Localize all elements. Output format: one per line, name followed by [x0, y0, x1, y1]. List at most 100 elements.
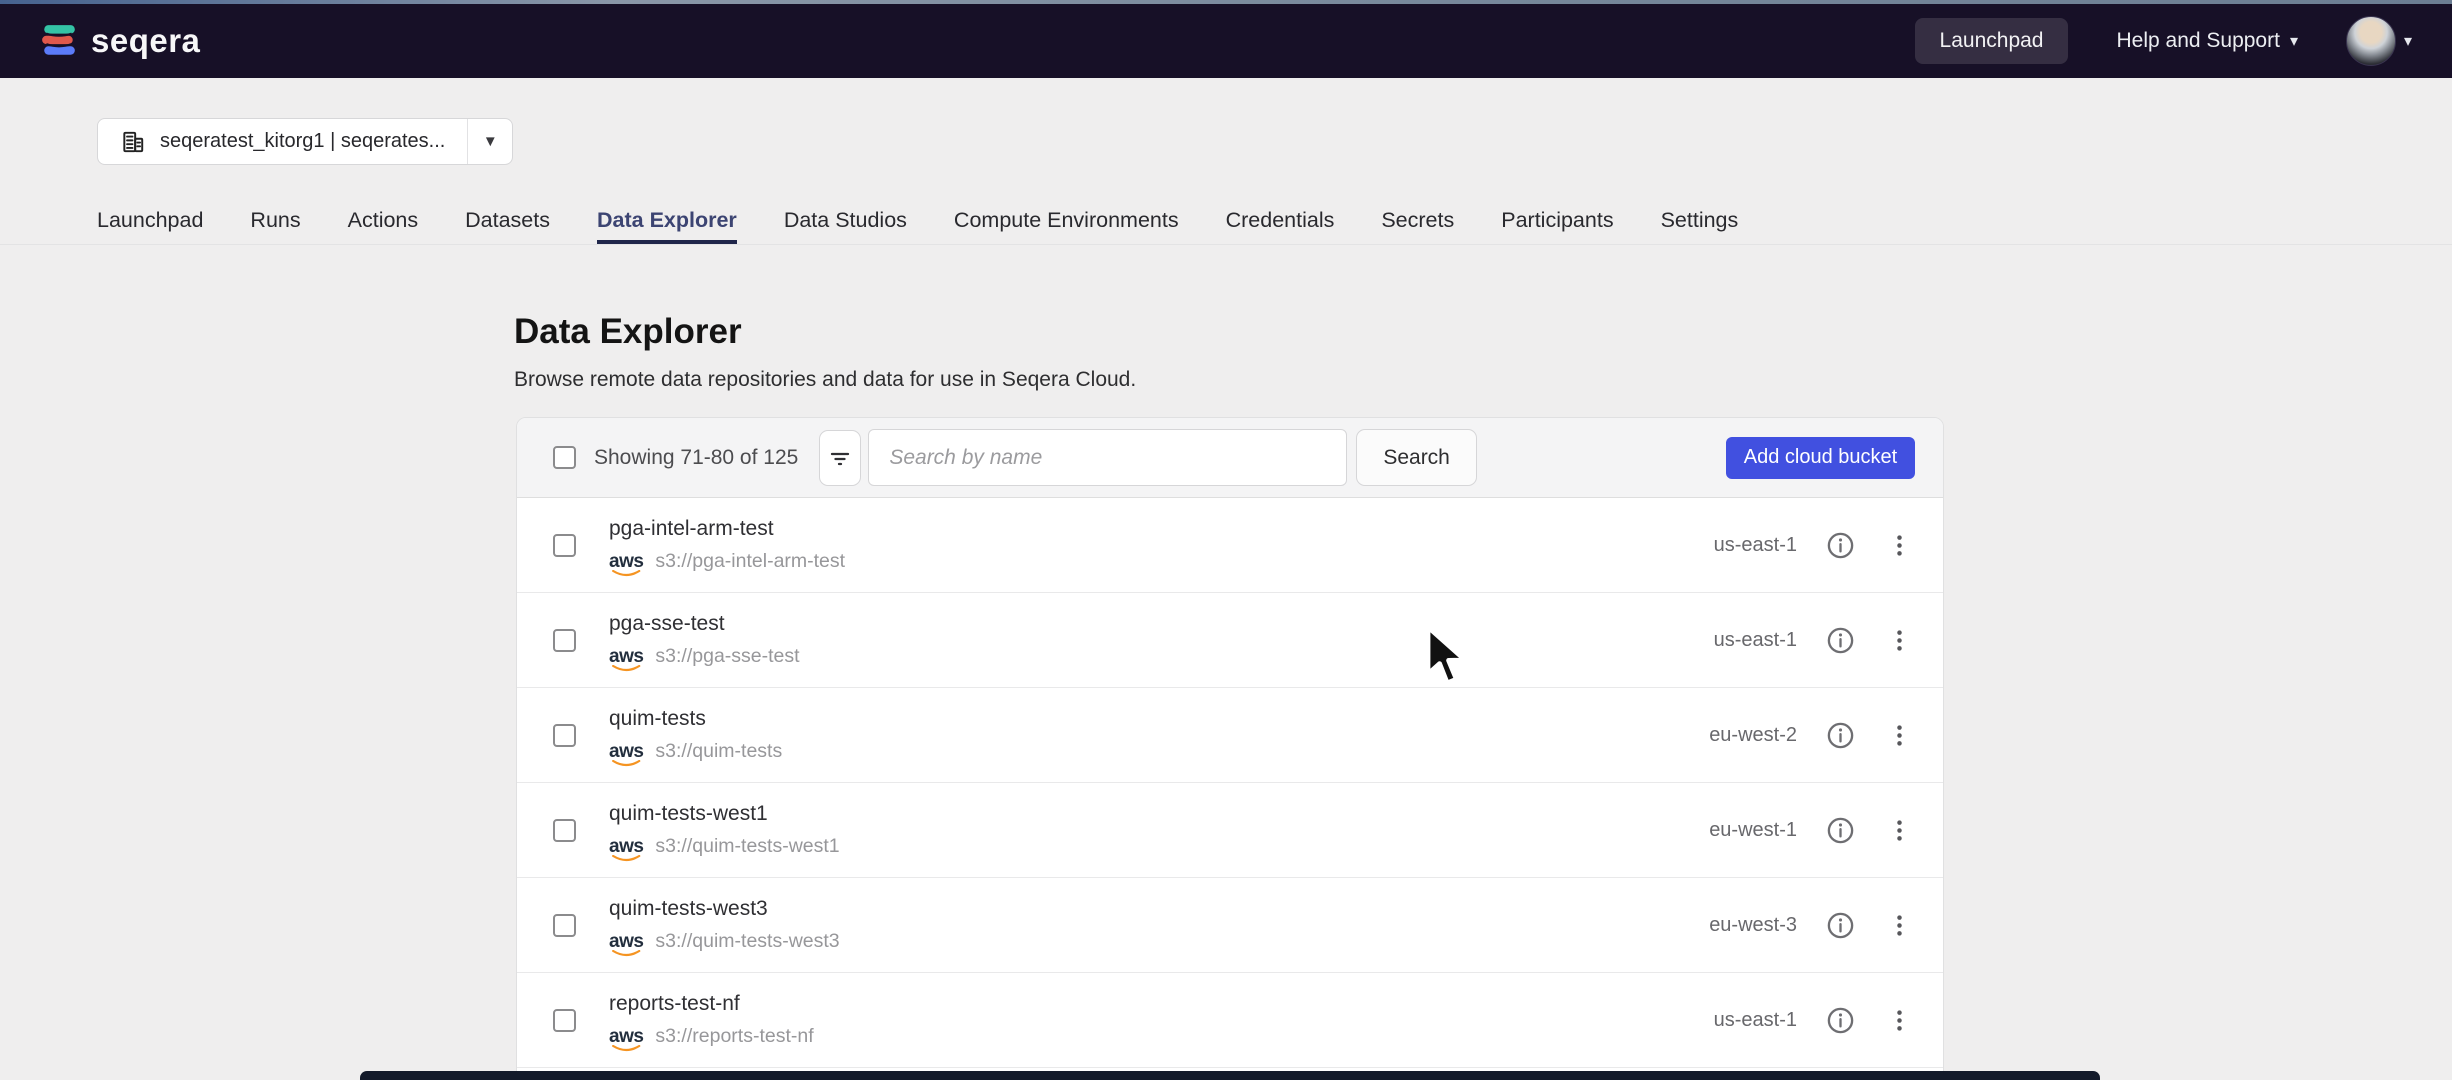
aws-logo: aws — [609, 837, 643, 856]
kebab-menu-icon — [1886, 532, 1913, 559]
row-menu-button[interactable] — [1884, 1005, 1915, 1036]
caret-down-icon: ▼ — [483, 133, 498, 150]
bucket-name[interactable]: pga-intel-arm-test — [609, 517, 845, 541]
bucket-region: us-east-1 — [1677, 629, 1797, 652]
bucket-uri: s3://reports-test-nf — [655, 1025, 813, 1048]
background-window-edge — [360, 1071, 2100, 1080]
tab-runs[interactable]: Runs — [250, 198, 300, 244]
info-button[interactable] — [1823, 623, 1858, 658]
workspace-caret-button[interactable]: ▼ — [467, 119, 512, 164]
filter-button[interactable] — [819, 430, 861, 486]
row-checkbox[interactable] — [553, 1009, 576, 1032]
user-menu[interactable]: ▾ — [2346, 16, 2412, 66]
aws-logo: aws — [609, 932, 643, 951]
info-icon — [1825, 720, 1856, 751]
search-input[interactable] — [868, 429, 1347, 486]
kebab-menu-icon — [1886, 722, 1913, 749]
tab-actions[interactable]: Actions — [348, 198, 419, 244]
showing-count: Showing 71-80 of 125 — [594, 446, 798, 470]
caret-down-icon: ▾ — [2404, 31, 2412, 51]
avatar — [2346, 16, 2396, 66]
aws-logo: aws — [609, 742, 643, 761]
top-navigation-bar: seqera Launchpad Help and Support ▾ ▾ — [0, 4, 2452, 78]
filter-icon — [828, 446, 852, 470]
aws-logo: aws — [609, 647, 643, 666]
row-checkbox[interactable] — [553, 914, 576, 937]
info-button[interactable] — [1823, 813, 1858, 848]
info-button[interactable] — [1823, 528, 1858, 563]
info-icon — [1825, 625, 1856, 656]
bucket-uri: s3://pga-intel-arm-test — [655, 550, 845, 573]
tab-credentials[interactable]: Credentials — [1226, 198, 1335, 244]
help-and-support-label: Help and Support — [2116, 29, 2279, 53]
bucket-name[interactable]: quim-tests-west3 — [609, 897, 840, 921]
workspace-selected-label: seqeratest_kitorg1 | seqerates... — [160, 130, 445, 153]
tab-secrets[interactable]: Secrets — [1381, 198, 1454, 244]
info-button[interactable] — [1823, 718, 1858, 753]
bucket-row[interactable]: pga-sse-test aws s3://pga-sse-test us-ea… — [517, 593, 1943, 688]
tab-launchpad[interactable]: Launchpad — [97, 198, 203, 244]
bucket-row[interactable]: pga-intel-arm-test aws s3://pga-intel-ar… — [517, 498, 1943, 593]
kebab-menu-icon — [1886, 817, 1913, 844]
seqera-logo[interactable]: seqera — [40, 22, 200, 60]
row-checkbox[interactable] — [553, 629, 576, 652]
select-all-checkbox[interactable] — [553, 446, 576, 469]
row-menu-button[interactable] — [1884, 910, 1915, 941]
brand-wordmark: seqera — [91, 22, 200, 60]
bucket-name[interactable]: reports-test-nf — [609, 992, 814, 1016]
launchpad-button[interactable]: Launchpad — [1915, 18, 2069, 64]
aws-logo: aws — [609, 1027, 643, 1046]
info-icon — [1825, 815, 1856, 846]
help-and-support-menu[interactable]: Help and Support ▾ — [2116, 29, 2297, 53]
kebab-menu-icon — [1886, 627, 1913, 654]
row-checkbox[interactable] — [553, 724, 576, 747]
tab-compute-environments[interactable]: Compute Environments — [954, 198, 1179, 244]
aws-logo: aws — [609, 552, 643, 571]
info-icon — [1825, 910, 1856, 941]
bucket-region: eu-west-1 — [1677, 819, 1797, 842]
page-subtitle: Browse remote data repositories and data… — [514, 368, 1136, 392]
tab-participants[interactable]: Participants — [1501, 198, 1613, 244]
bucket-uri: s3://quim-tests-west1 — [655, 835, 839, 858]
add-cloud-bucket-button[interactable]: Add cloud bucket — [1726, 437, 1915, 479]
tab-data-explorer[interactable]: Data Explorer — [597, 198, 737, 244]
organization-icon — [120, 129, 146, 155]
caret-down-icon: ▾ — [2290, 31, 2298, 51]
bucket-list-card: Showing 71-80 of 125 Search Add cloud bu… — [516, 417, 1944, 1080]
info-button[interactable] — [1823, 908, 1858, 943]
tab-data-studios[interactable]: Data Studios — [784, 198, 907, 244]
bucket-row[interactable]: quim-tests aws s3://quim-tests eu-west-2 — [517, 688, 1943, 783]
bucket-region: eu-west-2 — [1677, 724, 1797, 747]
info-button[interactable] — [1823, 1003, 1858, 1038]
bucket-name[interactable]: quim-tests — [609, 707, 782, 731]
kebab-menu-icon — [1886, 1007, 1913, 1034]
bucket-row[interactable]: quim-tests-west3 aws s3://quim-tests-wes… — [517, 878, 1943, 973]
row-checkbox[interactable] — [553, 534, 576, 557]
bucket-uri: s3://quim-tests-west3 — [655, 930, 839, 953]
bucket-row[interactable]: quim-tests-west1 aws s3://quim-tests-wes… — [517, 783, 1943, 878]
bucket-row[interactable]: reports-test-nf aws s3://reports-test-nf… — [517, 973, 1943, 1068]
workspace-tabbar: Launchpad Runs Actions Datasets Data Exp… — [0, 198, 2452, 245]
bucket-list-toolbar: Showing 71-80 of 125 Search Add cloud bu… — [517, 418, 1943, 498]
info-icon — [1825, 530, 1856, 561]
row-checkbox[interactable] — [553, 819, 576, 842]
kebab-menu-icon — [1886, 912, 1913, 939]
row-menu-button[interactable] — [1884, 625, 1915, 656]
page-title: Data Explorer — [514, 312, 742, 352]
bucket-uri: s3://quim-tests — [655, 740, 782, 763]
tab-settings[interactable]: Settings — [1661, 198, 1739, 244]
tab-datasets[interactable]: Datasets — [465, 198, 550, 244]
row-menu-button[interactable] — [1884, 815, 1915, 846]
info-icon — [1825, 1005, 1856, 1036]
row-menu-button[interactable] — [1884, 720, 1915, 751]
bucket-region: us-east-1 — [1677, 534, 1797, 557]
bucket-region: us-east-1 — [1677, 1009, 1797, 1032]
search-button[interactable]: Search — [1356, 429, 1477, 486]
seqera-logo-icon — [40, 22, 78, 60]
bucket-name[interactable]: quim-tests-west1 — [609, 802, 840, 826]
bucket-name[interactable]: pga-sse-test — [609, 612, 800, 636]
bucket-region: eu-west-3 — [1677, 914, 1797, 937]
workspace-selector[interactable]: seqeratest_kitorg1 | seqerates... ▼ — [97, 118, 513, 165]
row-menu-button[interactable] — [1884, 530, 1915, 561]
bucket-uri: s3://pga-sse-test — [655, 645, 799, 668]
